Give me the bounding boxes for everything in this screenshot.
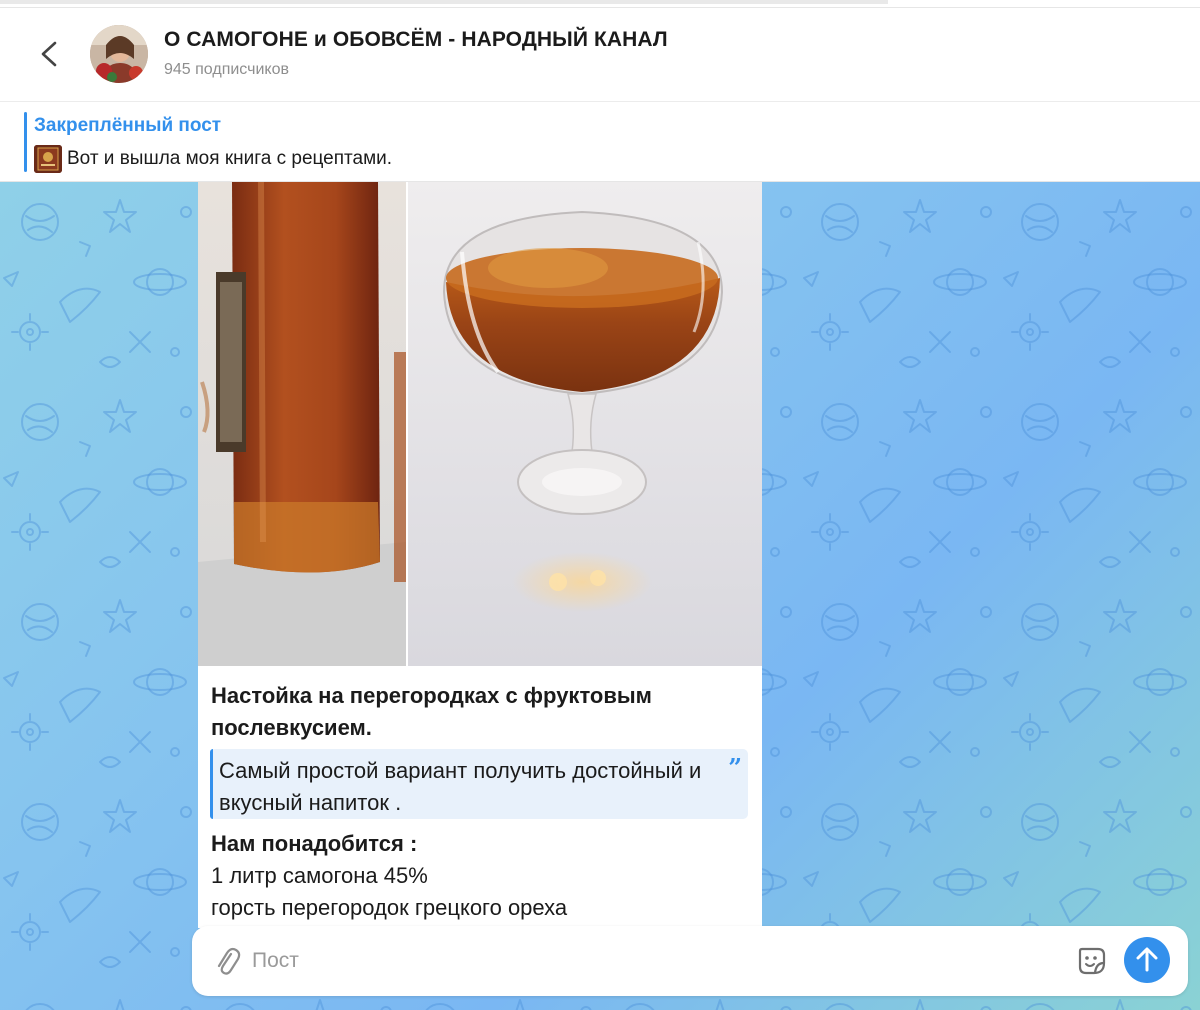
message-composer: [192, 926, 1188, 996]
channel-title[interactable]: О САМОГОНЕ и ОБОВСЁМ - НАРОДНЫЙ КАНАЛ: [164, 28, 668, 52]
post-title: Настойка на перегородках с фруктовым пос…: [211, 683, 652, 740]
subscriber-count: 945 подписчиков: [164, 61, 289, 78]
browser-top-strip: [0, 0, 1200, 8]
paperclip-icon: [217, 947, 241, 975]
post-photo[interactable]: [198, 182, 762, 666]
back-button[interactable]: [30, 34, 70, 74]
post-quote: Самый простой вариант получить достойный…: [210, 749, 748, 819]
ingredient-line: горсть перегородок грецкого ореха: [211, 895, 568, 920]
pinned-label: Закреплённый пост: [34, 115, 222, 136]
pinned-accent-bar: [24, 112, 27, 172]
top-strip-segment: [0, 0, 888, 4]
pinned-thumbnail: [34, 145, 62, 173]
ingredients-heading: Нам понадобится :: [211, 831, 418, 856]
attach-button[interactable]: [212, 946, 242, 978]
chat-header: О САМОГОНЕ и ОБОВСЁМ - НАРОДНЫЙ КАНАЛ 94…: [0, 8, 1200, 102]
post-input[interactable]: [252, 941, 1052, 981]
channel-post[interactable]: Настойка на перегородках с фруктовым пос…: [198, 182, 762, 928]
send-button[interactable]: [1124, 937, 1170, 983]
pinned-post-banner[interactable]: Закреплённый пост Вот и вышла моя книга …: [0, 103, 1200, 182]
arrow-up-icon: [1136, 947, 1158, 972]
sticker-icon: [1078, 947, 1106, 975]
quote-accent-bar: [210, 749, 213, 819]
chevron-left-icon: [41, 41, 57, 67]
channel-avatar[interactable]: [90, 25, 148, 83]
avatar-image: [90, 25, 148, 83]
ingredient-line: 1 литр самогона 45%: [211, 863, 428, 888]
quote-icon: ”: [728, 753, 742, 782]
sticker-button[interactable]: [1074, 943, 1110, 979]
pinned-text: Вот и вышла моя книга с рецептами.: [67, 148, 393, 169]
quote-text: Самый простой вариант получить достойный…: [219, 758, 702, 815]
